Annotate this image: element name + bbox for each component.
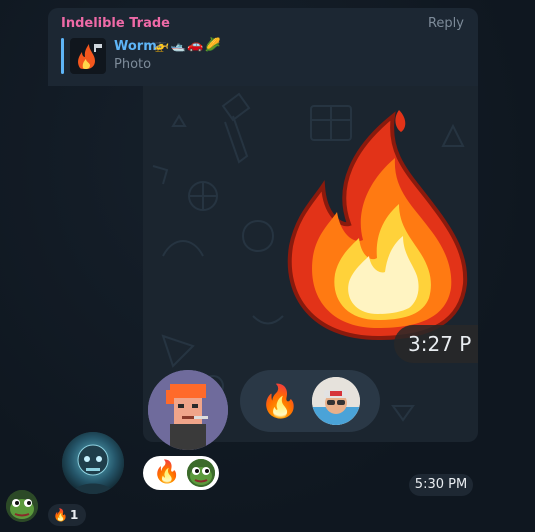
sticker-timestamp: 3:27 P: [394, 325, 478, 363]
quote-bar: [61, 38, 64, 74]
fire-reaction-emoji: 🔥: [53, 508, 68, 522]
reply-quote[interactable]: Worm 🚁🛥️🚗🌽 Photo: [61, 38, 341, 74]
reaction-count: 1: [70, 508, 79, 522]
message-timestamp: 5:30 PM: [409, 474, 473, 496]
reaction-pill-white[interactable]: 🔥: [143, 456, 219, 490]
next-sender-avatar[interactable]: [6, 490, 38, 522]
reactor-avatar-pixel[interactable]: [148, 370, 228, 450]
fire-sticker: [287, 110, 468, 341]
reaction-pill[interactable]: 🔥: [240, 370, 380, 432]
sender-name[interactable]: Indelible Trade: [61, 16, 170, 31]
fire-reaction-emoji: 🔥: [260, 382, 300, 420]
quote-subtitle: Photo: [114, 57, 152, 72]
reply-button[interactable]: Reply: [428, 16, 464, 31]
message-bubble: Indelible Trade Reply Worm 🚁🛥️🚗🌽 Photo: [48, 8, 478, 86]
reactor-avatar-frog: [187, 459, 215, 487]
quote-name: Worm: [114, 39, 157, 54]
quote-thumbnail: [70, 38, 106, 74]
fire-reaction-emoji: 🔥: [153, 460, 181, 485]
next-reaction-pill[interactable]: 🔥 1: [48, 504, 86, 526]
quote-emojis: 🚁🛥️🚗🌽: [153, 38, 222, 53]
sender-avatar[interactable]: [62, 432, 124, 494]
reactor-avatar-photo: [312, 377, 360, 425]
